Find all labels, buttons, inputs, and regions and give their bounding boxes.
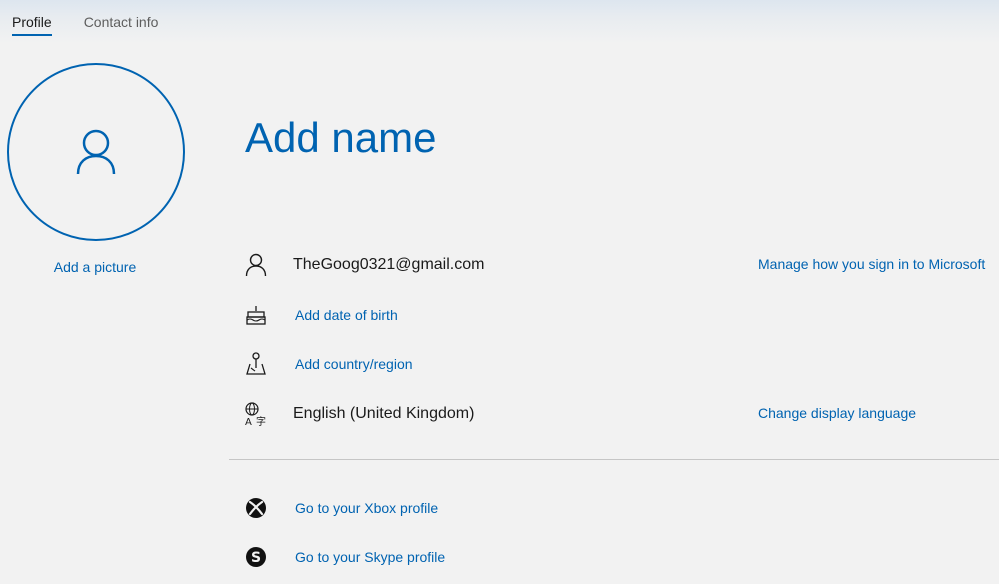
language-row: A 字 English (United Kingdom): [243, 399, 474, 429]
add-picture-link[interactable]: Add a picture: [0, 259, 190, 275]
xbox-icon: [243, 495, 269, 521]
manage-signin-link[interactable]: Manage how you sign in to Microsoft: [758, 256, 985, 272]
add-birth-link[interactable]: Add date of birth: [295, 307, 398, 323]
change-language-link[interactable]: Change display language: [758, 405, 916, 421]
map-pin-icon: [243, 351, 269, 377]
language-value: English (United Kingdom): [293, 405, 475, 422]
tab-bar: Profile Contact info: [12, 14, 158, 36]
avatar[interactable]: [7, 63, 185, 241]
language-icon: A 字: [243, 401, 269, 427]
birth-row: Add date of birth: [243, 300, 398, 330]
email-value: TheGoog0321@gmail.com: [293, 256, 485, 273]
xbox-profile-link[interactable]: Go to your Xbox profile: [295, 500, 438, 516]
person-icon: [76, 129, 116, 175]
xbox-row: Go to your Xbox profile: [243, 493, 438, 523]
section-divider: [229, 459, 999, 460]
email-row: TheGoog0321@gmail.com: [243, 250, 484, 280]
country-row: Add country/region: [243, 349, 413, 379]
svg-text:S: S: [251, 550, 261, 566]
add-name-heading[interactable]: Add name: [245, 114, 436, 162]
cake-icon: [243, 302, 269, 328]
person-icon: [243, 252, 269, 278]
tab-profile[interactable]: Profile: [12, 14, 52, 36]
add-country-link[interactable]: Add country/region: [295, 356, 413, 372]
svg-text:A: A: [245, 417, 252, 426]
svg-text:字: 字: [256, 415, 266, 426]
skype-icon: S: [243, 544, 269, 570]
profile-page: Profile Contact info Add a picture Add n…: [0, 0, 999, 584]
skype-profile-link[interactable]: Go to your Skype profile: [295, 549, 445, 565]
tab-contact-info[interactable]: Contact info: [84, 14, 159, 36]
skype-row: S Go to your Skype profile: [243, 542, 445, 572]
